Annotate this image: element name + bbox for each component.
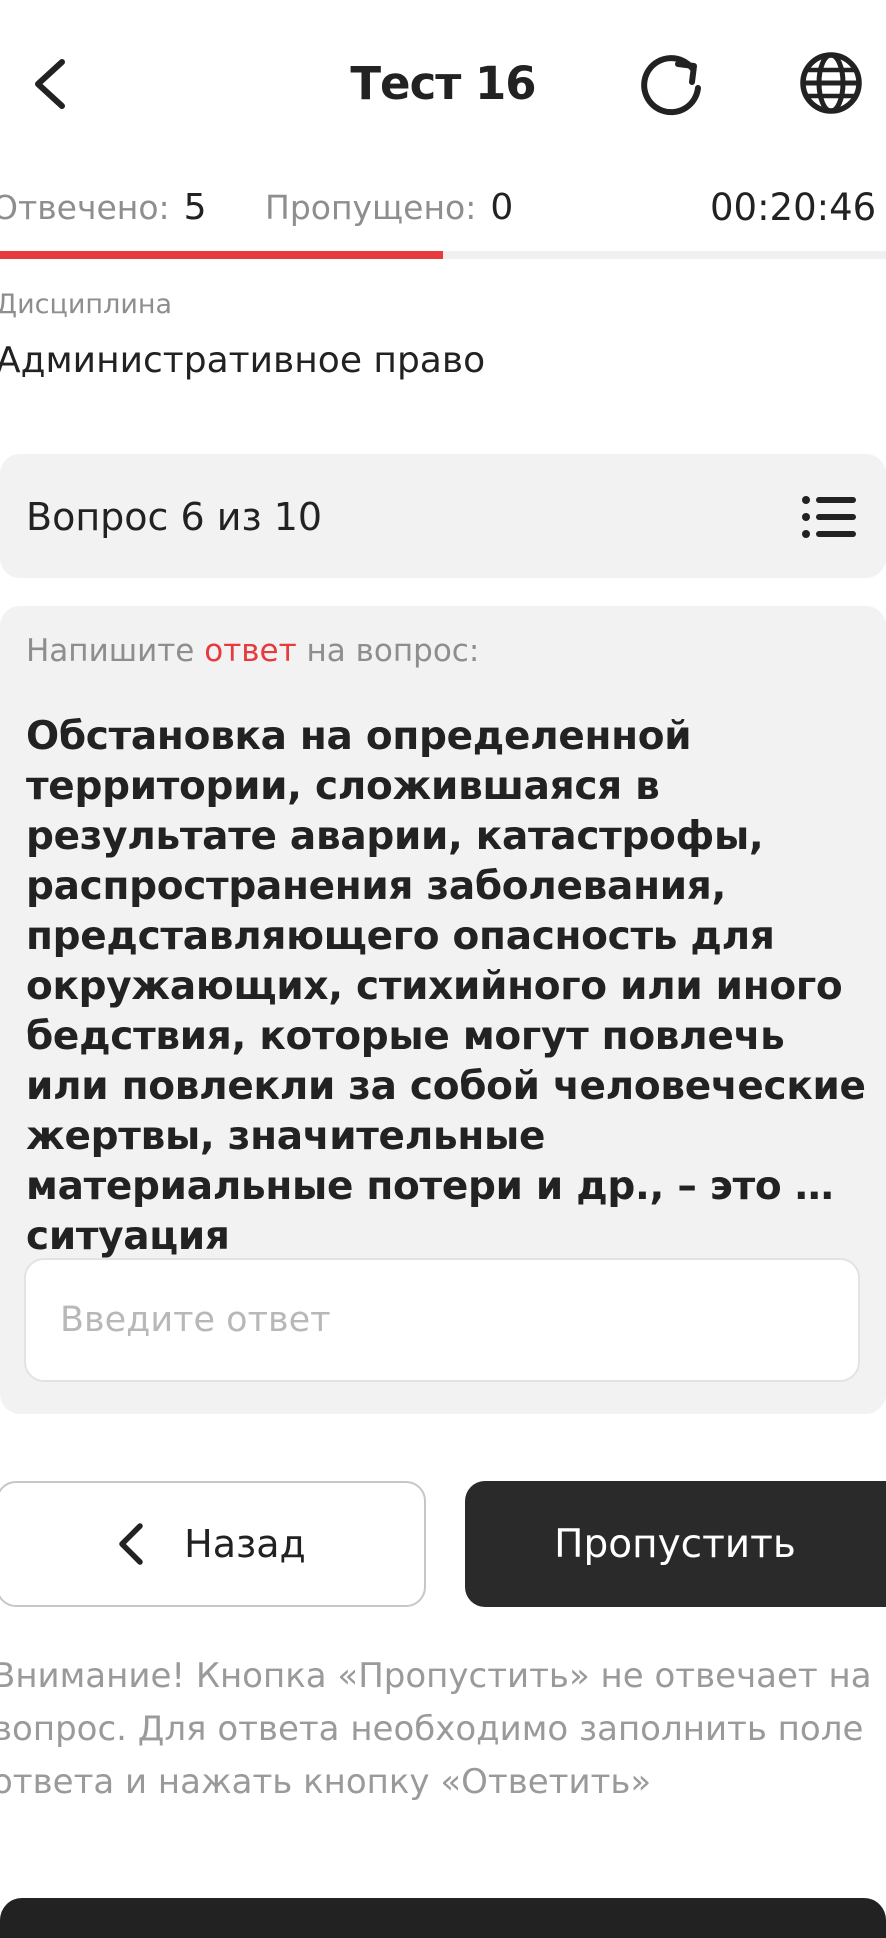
progress-bar-fill bbox=[0, 251, 443, 259]
warning-text: Внимание! Кнопка «Пропустить» не отвечае… bbox=[0, 1656, 872, 1802]
refresh-icon bbox=[641, 55, 701, 116]
instruction-accent: ответ bbox=[204, 633, 297, 669]
instruction-prefix: Напишите bbox=[26, 633, 195, 669]
question-list-button[interactable] bbox=[800, 490, 860, 544]
progress-bar bbox=[0, 251, 886, 259]
answered-label: Отвечено: bbox=[0, 188, 170, 227]
skipped-label: Пропущено: bbox=[265, 188, 477, 227]
answered-value: 5 bbox=[183, 187, 207, 228]
answer-instruction: Напишите ответ на вопрос: bbox=[26, 633, 479, 669]
question-counter: Вопрос 6 из 10 bbox=[26, 495, 323, 539]
back-button-label: Назад bbox=[184, 1522, 306, 1566]
refresh-button[interactable] bbox=[640, 52, 708, 116]
chevron-left-icon bbox=[119, 1523, 143, 1565]
skipped-value: 0 bbox=[490, 187, 514, 228]
timer: 00:20:46 bbox=[710, 186, 877, 229]
skipped-counter: Пропущено: 0 bbox=[265, 183, 513, 233]
discipline-value: Административное право bbox=[0, 340, 486, 381]
list-icon bbox=[802, 496, 856, 538]
question-text: Обстановка на определенной территории, с… bbox=[26, 714, 866, 1259]
skip-button-label: Пропустить bbox=[554, 1521, 796, 1567]
answered-counter: Отвечено: 5 bbox=[0, 183, 207, 233]
discipline-label: Дисциплина bbox=[0, 289, 173, 320]
language-button[interactable] bbox=[796, 48, 866, 118]
globe-icon bbox=[800, 52, 862, 114]
skip-button[interactable]: Пропустить bbox=[465, 1481, 886, 1607]
page-title: Тест 16 bbox=[350, 57, 536, 110]
bottom-panel bbox=[0, 1898, 886, 1938]
instruction-suffix: на вопрос: bbox=[306, 633, 480, 669]
answer-input[interactable] bbox=[24, 1258, 860, 1382]
back-button[interactable]: Назад bbox=[0, 1481, 426, 1607]
